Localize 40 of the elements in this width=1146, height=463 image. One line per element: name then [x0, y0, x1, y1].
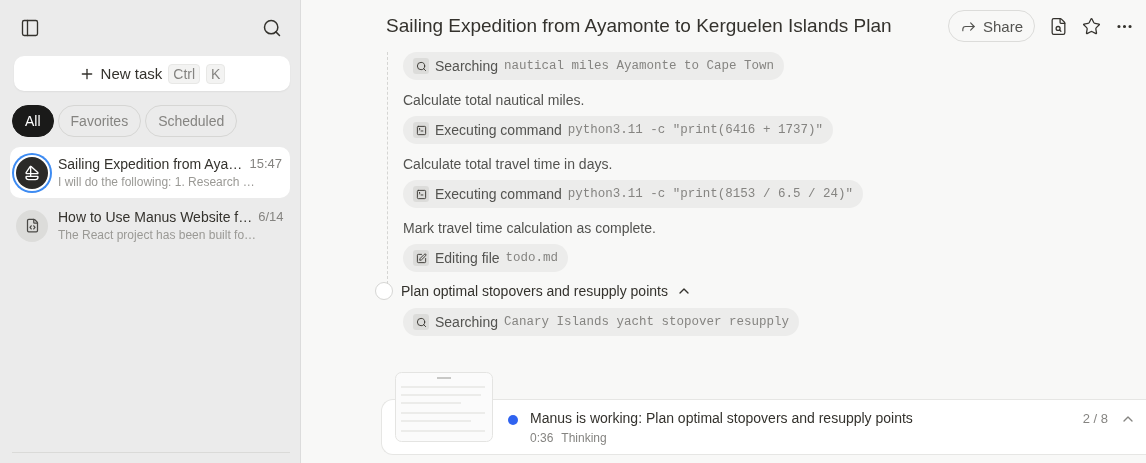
sidebar-toggle-icon[interactable] — [20, 18, 40, 38]
task-item[interactable]: How to Use Manus Website f… 6/14 The React project has been built fo… — [10, 200, 290, 251]
task-title: How to Use Manus Website f… — [58, 209, 253, 225]
status-state: Thinking — [561, 430, 607, 445]
file-search-icon[interactable] — [1049, 16, 1068, 36]
task-item[interactable]: Sailing Expedition from Aya… 15:47 I will do the following: 1. Research … — [10, 147, 290, 198]
task-step-title: Plan optimal stopovers and resupply points — [401, 283, 668, 299]
step-note: Mark travel time calculation as complete. — [403, 219, 657, 236]
tool-step[interactable]: Searching nautical miles Ayamonte to Cape Town — [403, 52, 785, 80]
terminal-icon — [413, 186, 429, 202]
shortcut-key: Ctrl — [168, 63, 201, 84]
search-icon[interactable] — [262, 18, 282, 38]
search-icon — [413, 58, 429, 74]
tool-step[interactable]: Executing command python3.11 -c "print(8153 / 6.5 / 24)" — [403, 180, 863, 208]
tool-step[interactable]: Editing file todo.md — [403, 244, 569, 272]
tool-argument: todo.md — [505, 251, 559, 265]
task-preview: I will do the following: 1. Research … — [58, 175, 256, 189]
step-note: Calculate total travel time in days. — [403, 155, 614, 172]
tool-argument: python3.11 -c "print(8153 / 6.5 / 24)" — [567, 187, 853, 201]
shortcut-key: K — [206, 63, 226, 84]
tool-argument: nautical miles Ayamonte to Cape Town — [504, 59, 775, 73]
tool-argument: python3.11 -c "print(6416 + 1737)" — [567, 123, 823, 137]
working-indicator — [508, 415, 518, 425]
task-heading: Sailing Expedition from Ayamonte to Kerguelen Islands Plan — [386, 15, 893, 37]
star-icon[interactable] — [1082, 16, 1101, 36]
step-note: Calculate total nautical miles. — [403, 91, 586, 108]
status-message: Manus is working: Plan optimal stopovers and resupply points — [530, 409, 914, 426]
task-preview: The React project has been built fo… — [58, 228, 258, 242]
task-title: Sailing Expedition from Aya… — [58, 156, 243, 172]
new-task-button[interactable]: New task Ctrl K — [14, 56, 290, 91]
filter-tab[interactable]: All — [12, 105, 54, 137]
tool-argument: Canary Islands yacht stopover resupply — [504, 315, 790, 329]
elapsed-time: 0:36 — [530, 430, 554, 445]
tool-step[interactable]: Searching Canary Islands yacht stopover resupply — [403, 308, 800, 336]
terminal-icon — [413, 122, 429, 138]
tool-step[interactable]: Executing command python3.11 -c "print(6416 + 1737)" — [403, 116, 833, 144]
task-time: 15:47 — [249, 156, 282, 172]
task-time: 6/14 — [258, 209, 284, 225]
pencil-icon — [413, 250, 429, 266]
search-icon — [413, 314, 429, 330]
